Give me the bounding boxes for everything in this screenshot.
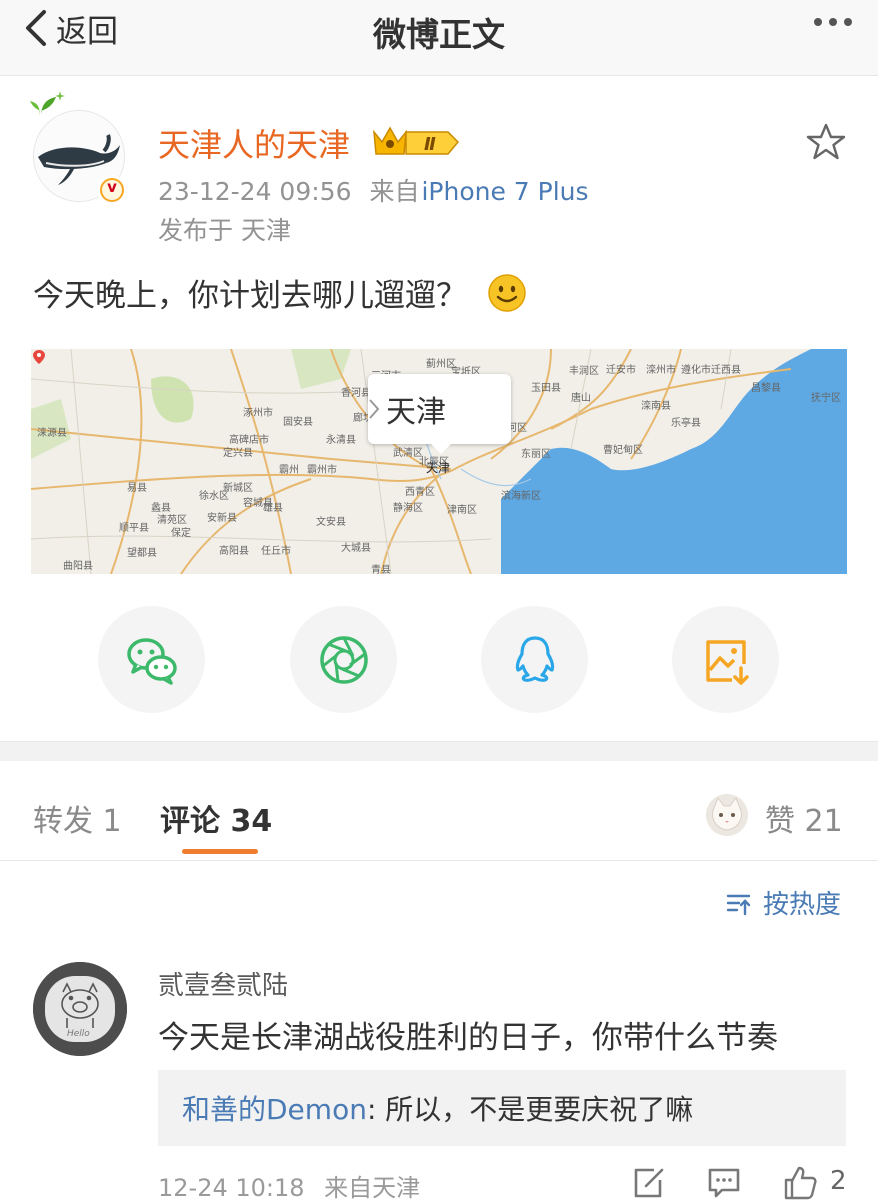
author-username[interactable]: 天津人的天津 — [158, 120, 350, 166]
commenter-name[interactable]: 贰壹叁贰陆 — [158, 965, 288, 1002]
map-place-label: 曹妃甸区 — [603, 445, 643, 456]
page-title: 微博正文 — [373, 15, 505, 54]
map-place-label: 东丽区 — [521, 449, 551, 460]
map-place-label: 望都县 — [127, 548, 157, 559]
tab-comments[interactable]: 评论 34 — [160, 796, 272, 840]
map-place-label: 遵化市 — [681, 365, 711, 376]
comment-meta: 12-24 10:18 来自天津 — [158, 1168, 420, 1203]
map-place-label: 容城县 — [243, 498, 273, 509]
map-place-label: 霸州市 — [307, 465, 337, 476]
map-place-label: 抚宁区 — [811, 393, 841, 404]
map-place-label: 清苑区 — [157, 515, 187, 526]
comment-reply-preview[interactable]: 和善的Demon: 所以，不是更要庆祝了嘛 — [158, 1070, 846, 1146]
map-place-label: 曲阳县 — [63, 561, 93, 572]
section-divider — [0, 741, 878, 761]
post-text: 今天晚上，你计划去哪儿遛遛？ — [33, 278, 467, 314]
liker-avatar[interactable] — [706, 794, 748, 836]
comment-time: 12-24 10:18 — [158, 1174, 305, 1202]
favorite-star-icon[interactable] — [806, 122, 846, 162]
dot-icon — [844, 18, 852, 26]
qq-penguin-icon — [515, 635, 554, 682]
map-place-label: 大城县 — [341, 543, 371, 554]
sort-icon — [726, 894, 751, 915]
comment-source: 来自天津 — [324, 1174, 421, 1202]
map-place-label: 霸州 — [279, 465, 299, 476]
map-place-label: 乐亭县 — [671, 418, 701, 429]
map-place-label: 涞源县 — [37, 428, 67, 439]
post-date: 23-12-24 09:56 — [158, 177, 352, 206]
dot-icon — [829, 18, 837, 26]
map-callout-label: 天津 — [386, 395, 446, 430]
map-place-label: 静海区 — [393, 503, 423, 514]
more-options-button[interactable] — [814, 18, 852, 26]
map-place-label: 西青区 — [405, 487, 435, 498]
save-image-button[interactable] — [672, 606, 779, 713]
post-meta: 23-12-24 09:56 来自iPhone 7 Plus — [158, 172, 589, 208]
reply-text: 所以，不是更要庆祝了嘛 — [385, 1093, 694, 1126]
map-place-label: 任丘市 — [261, 546, 291, 557]
map-place-label: 顺平县 — [119, 523, 149, 534]
map-location-callout[interactable]: 天津 — [368, 374, 511, 454]
reply-author[interactable]: 和善的Demon — [182, 1093, 367, 1126]
commenter-avatar[interactable]: Hello — [33, 962, 127, 1056]
dot-icon — [814, 18, 822, 26]
map-place-label: 唐山 — [571, 393, 591, 404]
verified-badge-icon: v — [97, 175, 127, 205]
map-place-label: 安新县 — [207, 513, 237, 524]
map-place-label: 保定 — [171, 528, 191, 539]
moments-aperture-icon — [319, 635, 368, 684]
tabs-divider — [0, 860, 878, 861]
tab-reposts[interactable]: 转发 1 — [33, 796, 122, 840]
sort-by-hot-button[interactable]: 按热度 — [725, 884, 841, 921]
location-map[interactable]: 涞源县 易县 涿州市 高碑店市 定兴县 徐水区 保定 蠡县 高阳县 任丘市 廊坊… — [31, 349, 847, 574]
map-place-label: 定兴县 — [223, 448, 253, 459]
map-place-label: 津南区 — [447, 505, 477, 516]
vip-crown-badge-icon: Ⅱ — [373, 126, 460, 155]
share-wechat-button[interactable] — [98, 606, 205, 713]
save-image-icon — [705, 639, 749, 685]
location-pin-icon — [33, 350, 45, 364]
map-place-label: 蓟州区 — [426, 359, 456, 370]
comment-text: 今天是长津湖战役胜利的日子，你带什么节奏 — [158, 1020, 778, 1056]
sort-label: 按热度 — [763, 890, 842, 920]
post-text-row: 今天晚上，你计划去哪儿遛遛？ — [33, 270, 527, 315]
map-place-label: 易县 — [127, 483, 147, 494]
top-nav-bar: 返回 微博正文 — [0, 0, 878, 76]
map-place-label: 新城区 — [223, 483, 253, 494]
svg-text:Hello: Hello — [67, 1029, 90, 1039]
active-tab-indicator — [182, 849, 258, 854]
map-place-label: 高阳县 — [219, 546, 249, 557]
wechat-icon — [126, 637, 177, 685]
post-location: 发布于 天津 — [158, 216, 291, 245]
source-prefix: 来自 — [369, 177, 420, 206]
chevron-right-icon — [369, 399, 380, 419]
map-place-label: 滦州市 — [646, 365, 676, 376]
cat-avatar-image — [706, 794, 748, 836]
map-place-label: 滦南县 — [641, 401, 671, 412]
map-place-label: 涿州市 — [243, 408, 273, 419]
reply-comment-icon[interactable] — [706, 1164, 742, 1200]
tab-likes[interactable]: 赞 21 — [765, 796, 843, 840]
smiley-emoji-icon — [488, 273, 526, 312]
pig-doodle-avatar-image: Hello — [33, 962, 127, 1056]
share-moments-button[interactable] — [290, 606, 397, 713]
map-place-label: 迁西县 — [711, 365, 741, 376]
map-place-label: 丰润区 — [569, 366, 599, 377]
map-place-label: 香河县 — [341, 388, 371, 399]
map-place-label: 迁安市 — [606, 365, 636, 376]
svg-text:Ⅱ: Ⅱ — [424, 134, 436, 155]
source-client: iPhone 7 Plus — [421, 177, 589, 206]
map-place-label: 滨海新区 — [501, 491, 541, 502]
map-place-label: 永清县 — [326, 435, 356, 446]
thumbs-up-icon[interactable] — [782, 1164, 818, 1200]
map-place-label: 青县 — [371, 565, 391, 574]
map-city-marker: 天津 — [426, 461, 451, 475]
map-place-label: 昌黎县 — [751, 383, 781, 394]
share-qq-button[interactable] — [481, 606, 588, 713]
map-place-label: 固安县 — [283, 417, 313, 428]
repost-comment-icon[interactable] — [630, 1164, 666, 1200]
comment-like-count: 2 — [830, 1166, 847, 1196]
map-place-label: 玉田县 — [531, 383, 561, 394]
map-place-label: 文安县 — [316, 517, 346, 528]
